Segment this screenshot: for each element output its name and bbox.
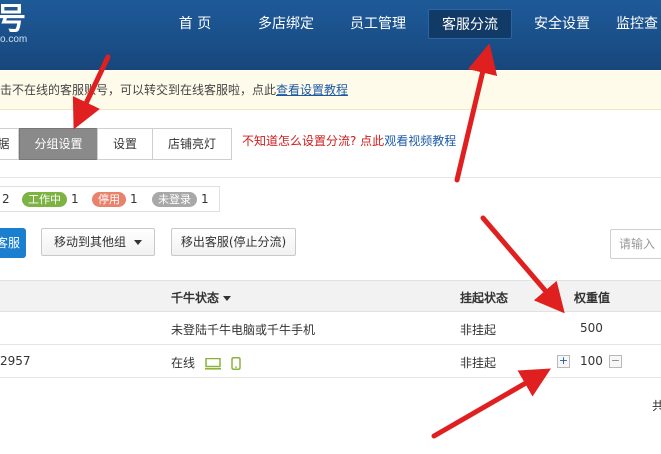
move-to-group-button[interactable]: 移动到其他组	[41, 228, 155, 256]
nav-staff[interactable]: 员工管理	[340, 9, 416, 39]
add-service-button[interactable]: 客服	[0, 228, 26, 258]
table-row: 2957 在线 非挂起 + 100 −	[0, 345, 661, 378]
top-header: 号 o.com 首 页 多店绑定 员工管理 客服分流 安全设置 监控查	[0, 0, 661, 70]
row-hang-status: 非挂起	[460, 356, 497, 370]
status-badge-working: 工作中	[22, 192, 67, 207]
computer-icon	[204, 357, 221, 370]
legend-total-count: 2	[2, 192, 10, 206]
status-legend: 2 工作中 1 停用 1 未登录 1	[0, 186, 220, 212]
legend-disabled-count: 1	[130, 192, 138, 206]
legend-not-logged-in-count: 1	[201, 192, 209, 206]
nav-security[interactable]: 安全设置	[524, 9, 600, 39]
tab-store-light[interactable]: 店铺亮灯	[152, 128, 232, 160]
header-hang-status: 挂起状态	[460, 291, 509, 305]
row-qianniu-status: 在线	[171, 354, 241, 371]
mobile-icon	[230, 357, 241, 370]
status-badge-not-logged-in: 未登录	[152, 192, 197, 207]
row-hang-status: 非挂起	[460, 323, 497, 337]
video-tutorial-link[interactable]: 观看视频教程	[384, 134, 456, 148]
remove-service-button[interactable]: 移出客服(停止分流)	[171, 228, 296, 256]
tab-settings[interactable]: 设置	[97, 128, 153, 160]
notice-text: 击不在线的客服账号，可以转交到在线客服啦，点此	[0, 83, 277, 97]
header-qianniu-status-label: 千牛状态	[171, 291, 220, 305]
header-qianniu-status[interactable]: 千牛状态	[171, 289, 232, 306]
tutorial-link[interactable]: 查看设置教程	[276, 83, 348, 97]
status-badge-disabled: 停用	[92, 192, 126, 207]
chevron-down-icon	[134, 240, 142, 245]
legend-working-count: 1	[71, 192, 79, 206]
video-hint: 不知道怎么设置分流? 点此观看视频教程	[242, 132, 456, 149]
nav-multi-store[interactable]: 多店绑定	[248, 9, 324, 39]
weight-increase-button[interactable]: +	[557, 355, 570, 368]
move-to-group-label: 移动到其他组	[53, 235, 126, 249]
video-hint-text: 不知道怎么设置分流? 点此	[242, 134, 385, 148]
sort-down-icon	[223, 296, 232, 301]
nav-customer-service-routing[interactable]: 客服分流	[428, 9, 512, 39]
logo-domain: o.com	[0, 34, 28, 45]
legend-not-logged-in: 未登录 1	[152, 192, 209, 207]
search-input[interactable]	[610, 229, 661, 259]
tab-data[interactable]: 据	[0, 128, 19, 160]
row-qianniu-status: 未登陆千牛电脑或千牛手机	[171, 323, 316, 337]
legend-disabled: 停用 1	[92, 192, 138, 207]
tab-group-settings[interactable]: 分组设置	[19, 128, 98, 160]
header-weight: 权重值	[574, 291, 611, 305]
row-qianniu-status-label: 在线	[171, 356, 196, 370]
row-weight: 100	[580, 354, 603, 368]
table-header: 千牛状态 挂起状态 权重值	[0, 280, 661, 312]
nav-home[interactable]: 首 页	[165, 9, 225, 39]
legend-working: 工作中 1	[22, 192, 79, 207]
section-divider	[0, 177, 661, 178]
table-row: 未登陆千牛电脑或千牛手机 非挂起 500	[0, 312, 661, 345]
row-id: 2957	[0, 354, 31, 368]
arrow-to-weight-stepper	[431, 368, 551, 439]
weight-decrease-button[interactable]: −	[609, 355, 622, 368]
nav-monitor[interactable]: 监控查	[616, 9, 661, 39]
pagination-total: 共	[652, 399, 661, 413]
notice-bar: 击不在线的客服账号，可以转交到在线客服啦，点此查看设置教程	[0, 70, 661, 110]
row-weight: 500	[580, 321, 603, 335]
logo-text: 号	[0, 2, 26, 37]
